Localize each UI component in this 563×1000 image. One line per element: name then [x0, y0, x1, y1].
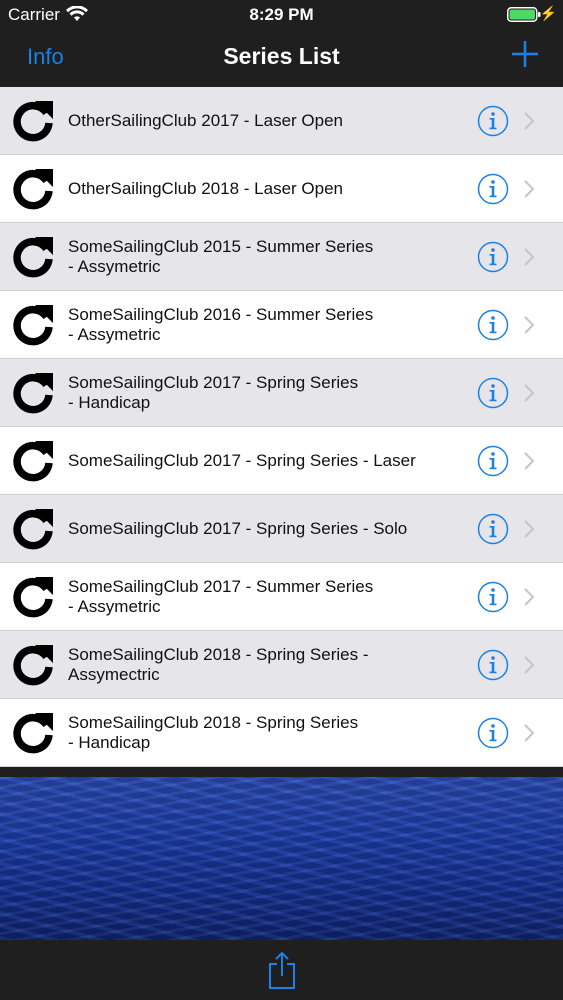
- chevron-right-icon: [524, 520, 535, 538]
- refresh-arrow-icon[interactable]: [11, 505, 57, 553]
- info-circle-icon[interactable]: [477, 581, 509, 613]
- chevron-right-icon: [524, 452, 535, 470]
- list-item[interactable]: SomeSailingClub 2016 - Summer Series - A…: [0, 291, 563, 359]
- battery-icon: [507, 7, 541, 22]
- refresh-arrow-icon[interactable]: [11, 301, 57, 349]
- series-list[interactable]: OtherSailingClub 2017 - Laser Open Other…: [0, 87, 563, 777]
- navigation-bar: Info Series List: [0, 30, 563, 87]
- share-icon[interactable]: [266, 950, 298, 990]
- refresh-arrow-icon[interactable]: [11, 573, 57, 621]
- series-name: SomeSailingClub 2017 - Summer Series - A…: [68, 563, 448, 631]
- info-circle-icon[interactable]: [477, 241, 509, 273]
- plus-icon[interactable]: [511, 40, 539, 68]
- refresh-arrow-icon[interactable]: [11, 437, 57, 485]
- list-item[interactable]: SomeSailingClub 2017 - Spring Series - S…: [0, 495, 563, 563]
- series-name: OtherSailingClub 2017 - Laser Open: [68, 87, 448, 155]
- water-background-image: [0, 777, 563, 940]
- chevron-right-icon: [524, 316, 535, 334]
- series-name: SomeSailingClub 2017 - Spring Series - H…: [68, 359, 448, 427]
- chevron-right-icon: [524, 180, 535, 198]
- series-name-line-2: Assymectric: [68, 665, 160, 684]
- list-item[interactable]: SomeSailingClub 2018 - Spring Series - A…: [0, 631, 563, 699]
- chevron-right-icon: [524, 384, 535, 402]
- series-name: OtherSailingClub 2018 - Laser Open: [68, 155, 448, 223]
- series-name-line-1: OtherSailingClub 2017 - Laser Open: [68, 111, 343, 130]
- series-name: SomeSailingClub 2018 - Spring Series - A…: [68, 631, 448, 699]
- chevron-right-icon: [524, 112, 535, 130]
- clock: 8:29 PM: [249, 5, 314, 24]
- series-name: SomeSailingClub 2016 - Summer Series - A…: [68, 291, 448, 359]
- status-bar: Carrier 8:29 PM ⚡: [0, 0, 563, 30]
- list-item[interactable]: SomeSailingClub 2017 - Spring Series - L…: [0, 427, 563, 495]
- refresh-arrow-icon[interactable]: [11, 233, 57, 281]
- series-name: SomeSailingClub 2017 - Spring Series - L…: [68, 427, 448, 495]
- chevron-right-icon: [524, 656, 535, 674]
- list-item[interactable]: OtherSailingClub 2017 - Laser Open: [0, 87, 563, 155]
- series-name-line-1: SomeSailingClub 2018 - Spring Series: [68, 713, 359, 732]
- chevron-right-icon: [524, 724, 535, 742]
- info-circle-icon[interactable]: [477, 445, 509, 477]
- list-item[interactable]: OtherSailingClub 2018 - Laser Open: [0, 155, 563, 223]
- list-item[interactable]: SomeSailingClub 2017 - Summer Series - A…: [0, 563, 563, 631]
- series-name: SomeSailingClub 2018 - Spring Series - H…: [68, 699, 448, 767]
- refresh-arrow-icon[interactable]: [11, 369, 57, 417]
- info-circle-icon[interactable]: [477, 649, 509, 681]
- series-name-line-1: SomeSailingClub 2015 - Summer Series: [68, 237, 374, 256]
- chevron-right-icon: [524, 588, 535, 606]
- series-name-line-1: OtherSailingClub 2018 - Laser Open: [68, 179, 343, 198]
- series-name-line-1: SomeSailingClub 2017 - Summer Series: [68, 577, 374, 596]
- info-circle-icon[interactable]: [477, 309, 509, 341]
- info-circle-icon[interactable]: [477, 513, 509, 545]
- info-circle-icon[interactable]: [477, 377, 509, 409]
- bottom-toolbar: [0, 940, 563, 1000]
- row-separator: [0, 766, 563, 767]
- info-circle-icon[interactable]: [477, 717, 509, 749]
- series-name-line-2: - Assymetric: [68, 325, 161, 344]
- page-title: Series List: [223, 43, 340, 69]
- refresh-arrow-icon[interactable]: [11, 709, 57, 757]
- info-circle-icon[interactable]: [477, 105, 509, 137]
- charging-icon: ⚡: [539, 5, 557, 21]
- series-name: SomeSailingClub 2015 - Summer Series - A…: [68, 223, 448, 291]
- refresh-arrow-icon[interactable]: [11, 97, 57, 145]
- series-name-line-2: - Assymetric: [68, 597, 161, 616]
- series-name-line-1: SomeSailingClub 2017 - Spring Series - L…: [68, 451, 416, 470]
- series-name-line-1: SomeSailingClub 2018 - Spring Series -: [68, 645, 369, 664]
- series-name-line-1: SomeSailingClub 2017 - Spring Series - S…: [68, 519, 408, 538]
- refresh-arrow-icon[interactable]: [11, 641, 57, 689]
- series-name-line-2: - Handicap: [68, 733, 151, 752]
- series-name-line-1: SomeSailingClub 2016 - Summer Series: [68, 305, 374, 324]
- list-item[interactable]: SomeSailingClub 2015 - Summer Series - A…: [0, 223, 563, 291]
- series-name-line-2: - Assymetric: [68, 257, 161, 276]
- series-name-line-1: SomeSailingClub 2017 - Spring Series: [68, 373, 359, 392]
- chevron-right-icon: [524, 248, 535, 266]
- series-name: SomeSailingClub 2017 - Spring Series - S…: [68, 495, 448, 563]
- list-item[interactable]: SomeSailingClub 2017 - Spring Series - H…: [0, 359, 563, 427]
- info-circle-icon[interactable]: [477, 173, 509, 205]
- series-name-line-2: - Handicap: [68, 393, 151, 412]
- refresh-arrow-icon[interactable]: [11, 165, 57, 213]
- list-item[interactable]: SomeSailingClub 2018 - Spring Series - H…: [0, 699, 563, 767]
